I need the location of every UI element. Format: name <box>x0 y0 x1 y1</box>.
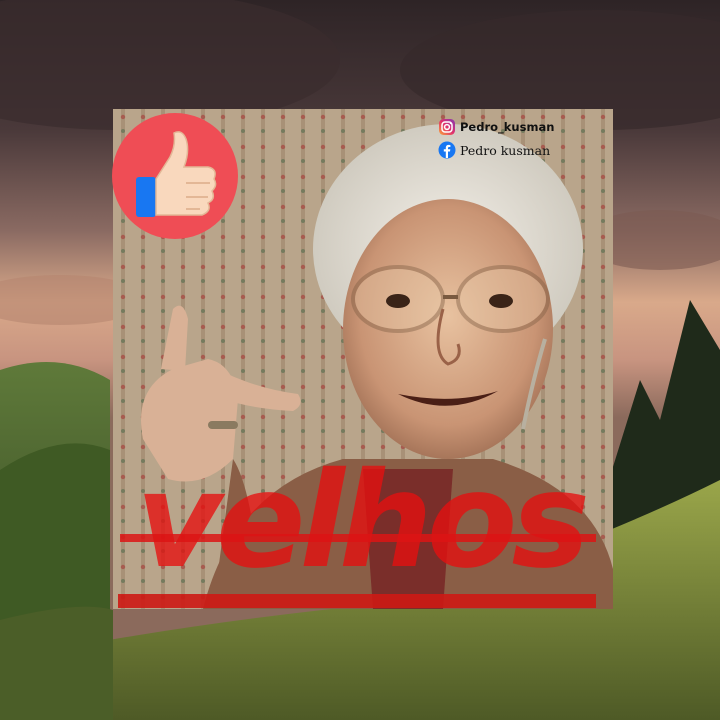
like-badge <box>112 113 238 239</box>
facebook-icon <box>438 141 456 159</box>
instagram-handle-text: Pedro_kusman <box>460 120 555 134</box>
facebook-name: Pedro kusman <box>438 141 550 159</box>
caption-word: velhos <box>135 444 590 598</box>
facebook-name-text: Pedro kusman <box>460 142 551 158</box>
caption-underline-bar <box>118 594 596 608</box>
strikethrough-line <box>120 534 596 542</box>
thumbs-up-icon <box>136 131 217 217</box>
instagram-handle: Pedro_kusman <box>438 118 554 136</box>
instagram-icon <box>439 119 455 135</box>
